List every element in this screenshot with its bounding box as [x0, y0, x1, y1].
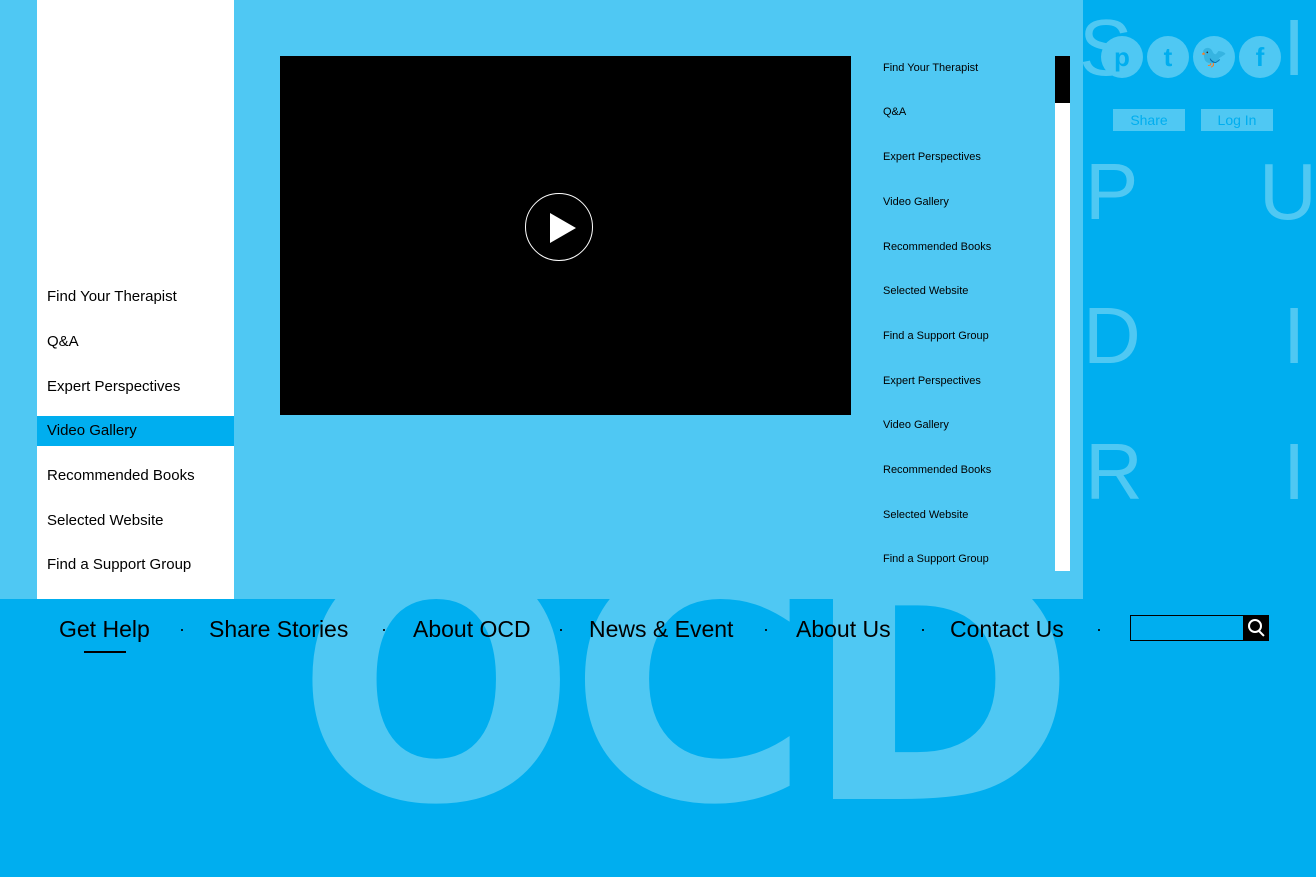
pinterest-icon[interactable]: p: [1101, 36, 1143, 78]
deco-letter: I: [1283, 427, 1306, 516]
header-right-area: S I P U D I R I: [1083, 0, 1316, 599]
search-input[interactable]: [1130, 615, 1244, 641]
video-list-item[interactable]: Q&A: [883, 105, 906, 119]
video-list-item[interactable]: Find a Support Group: [883, 329, 989, 343]
nav-separator: ·: [558, 619, 564, 639]
active-nav-underline: [84, 651, 126, 653]
sidebar-item-qa[interactable]: Q&A: [37, 327, 234, 357]
video-list-scrollbar[interactable]: [1055, 56, 1070, 571]
sidebar-item-selected-website[interactable]: Selected Website: [37, 506, 234, 536]
nav-about-us[interactable]: About Us: [796, 613, 891, 645]
video-list-item[interactable]: Expert Perspectives: [883, 150, 981, 164]
log-in-button[interactable]: Log In: [1201, 109, 1273, 131]
video-list-item[interactable]: Find a Support Group: [883, 552, 989, 566]
video-player[interactable]: [280, 56, 851, 415]
video-list-item[interactable]: Video Gallery: [883, 418, 949, 432]
deco-letter: R: [1085, 427, 1143, 516]
video-list-item[interactable]: Expert Perspectives: [883, 374, 981, 388]
sidebar-item-recommended-books[interactable]: Recommended Books: [37, 461, 234, 491]
nav-separator: ·: [1096, 619, 1102, 639]
video-list-item[interactable]: Selected Website: [883, 508, 968, 522]
video-list-item[interactable]: Selected Website: [883, 284, 968, 298]
nav-separator: ·: [763, 619, 769, 639]
play-icon: [550, 213, 576, 243]
nav-separator: ·: [920, 619, 926, 639]
nav-get-help[interactable]: Get Help: [59, 613, 150, 645]
sidebar-item-find-therapist[interactable]: Find Your Therapist: [37, 282, 234, 312]
video-list-item[interactable]: Recommended Books: [883, 240, 991, 254]
deco-letter: U: [1259, 147, 1316, 236]
sidebar-item-video-gallery[interactable]: Video Gallery: [37, 416, 234, 446]
play-button[interactable]: [525, 193, 593, 261]
deco-letter: I: [1283, 291, 1306, 380]
share-story-button[interactable]: Share Story: [1113, 109, 1185, 150]
nav-separator: ·: [381, 619, 387, 639]
nav-contact-us[interactable]: Contact Us: [950, 613, 1064, 645]
sidebar-item-support-group[interactable]: Find a Support Group: [37, 550, 234, 580]
facebook-icon[interactable]: f: [1239, 36, 1281, 78]
nav-about-ocd[interactable]: About OCD: [413, 613, 531, 645]
video-list-item[interactable]: Recommended Books: [883, 463, 991, 477]
left-sidebar: Find Your Therapist Q&A Expert Perspecti…: [37, 0, 234, 599]
video-list-item[interactable]: Video Gallery: [883, 195, 949, 209]
deco-letter: I: [1283, 3, 1306, 92]
twitter-icon[interactable]: 🐦: [1193, 36, 1235, 78]
video-list-item[interactable]: Find Your Therapist: [883, 61, 978, 75]
deco-letter: D: [1083, 291, 1141, 380]
deco-letter: P: [1085, 147, 1139, 236]
scrollbar-thumb[interactable]: [1055, 56, 1070, 103]
tumblr-icon[interactable]: t: [1147, 36, 1189, 78]
nav-separator: ·: [179, 619, 185, 639]
sidebar-item-expert-perspectives[interactable]: Expert Perspectives: [37, 372, 234, 402]
nav-share-stories[interactable]: Share Stories: [209, 613, 348, 645]
search-button[interactable]: [1244, 615, 1269, 641]
nav-news-event[interactable]: News & Event: [589, 613, 733, 645]
search-icon-handle: [1258, 630, 1265, 637]
